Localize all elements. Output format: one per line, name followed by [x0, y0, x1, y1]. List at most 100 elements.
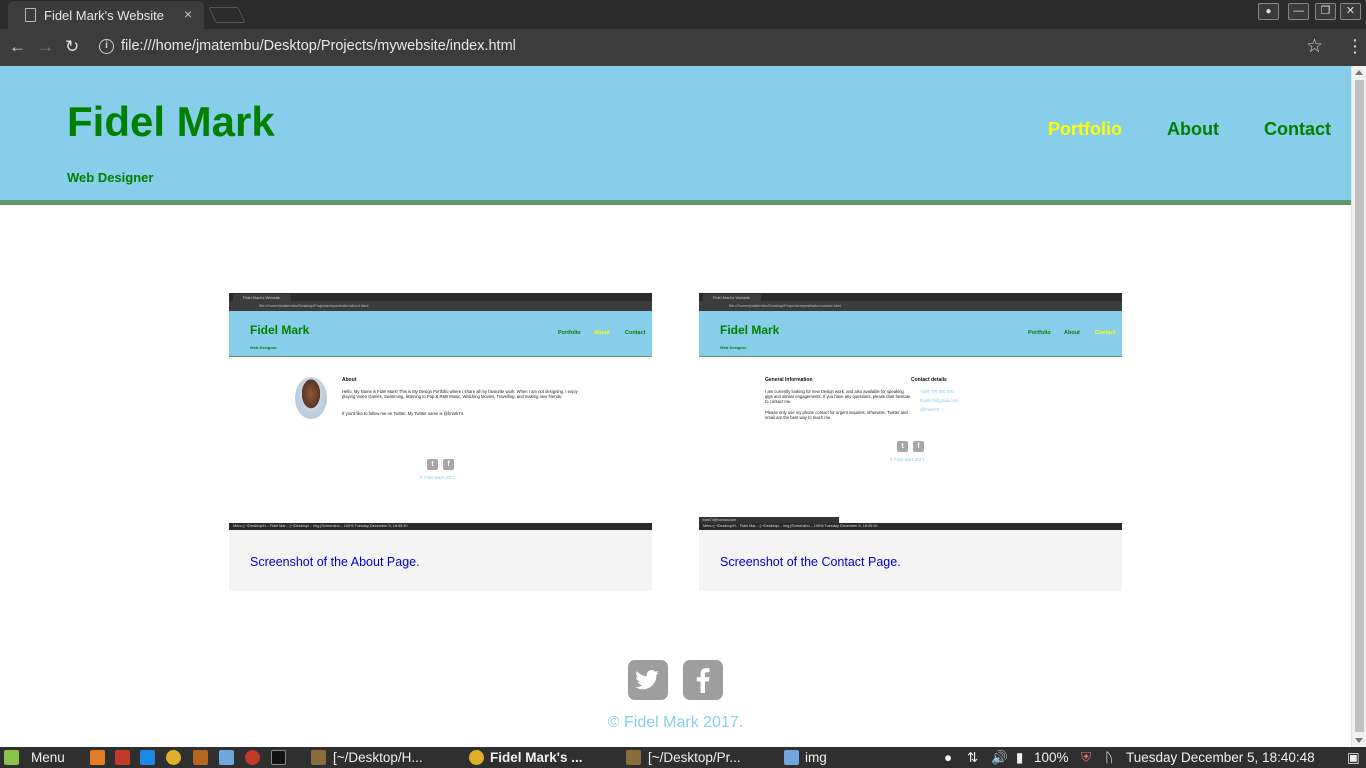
mini-contact-details-heading: Contact details [911, 377, 947, 383]
mini-taskbar: Menu [~/Desktop/H... Fidel Mar... [~/Des… [699, 523, 1122, 530]
mini-site-subtitle: Web Designer [250, 345, 277, 350]
mini-site-subtitle: Web Designer [720, 345, 747, 350]
battery-percentage: 100% [1034, 750, 1069, 765]
terminal-launcher-icon[interactable] [271, 750, 286, 765]
mini-address-bar: file:///home/jmatembu/Desktop/Projects/m… [229, 301, 652, 311]
about-page-screenshot[interactable]: Fidel Mark's Website file:///home/jmatem… [229, 293, 652, 530]
folder-window-icon [784, 750, 799, 765]
contact-screenshot-caption[interactable]: Screenshot of the Contact Page. [720, 555, 901, 569]
mini-tab-title: Fidel Mark's Website [703, 294, 761, 301]
mini-copyright: © Fidel Mark 2017. [420, 475, 456, 480]
minimize-button[interactable]: — [1288, 3, 1309, 20]
mini-twitter-icon: t [427, 459, 438, 470]
mini-tab-title: Fidel Mark's Website [233, 294, 291, 301]
os-taskbar: Menu [~/Desktop/H... Fidel Mark's ... [~… [0, 747, 1366, 768]
scroll-down-arrow-icon[interactable] [1355, 738, 1363, 743]
menu-button[interactable]: Menu [31, 750, 65, 765]
site-subtitle: Web Designer [67, 170, 154, 185]
page-scrollbar[interactable] [1351, 66, 1366, 747]
close-window-button[interactable]: ✕ [1340, 3, 1361, 20]
address-bar[interactable]: file:///home/jmatembu/Desktop/Projects/m… [121, 38, 516, 54]
mini-email: fmark74@gmail.com [920, 398, 959, 403]
bluetooth-icon[interactable]: ᚢ [1105, 750, 1113, 765]
sublime-text-icon[interactable] [193, 750, 208, 765]
site-title: Fidel Mark [67, 98, 275, 145]
mini-nav-portfolio: Portfolio [558, 330, 581, 336]
chrome-window-icon [469, 750, 484, 765]
mini-nav-about: About [594, 330, 610, 336]
chrome-launcher-icon[interactable] [166, 750, 181, 765]
user-icon[interactable]: ● [944, 750, 952, 765]
mini-phone: +256 776 000 000 [920, 389, 954, 394]
site-header: Fidel Mark Web Designer Portfolio About … [0, 66, 1351, 205]
page-viewport: Fidel Mark Web Designer Portfolio About … [0, 66, 1351, 747]
volume-icon[interactable]: 🔊 [991, 750, 1008, 765]
mini-twitter-icon: t [897, 441, 908, 452]
taskbar-window-editor[interactable]: [~/Desktop/H... [333, 750, 423, 765]
tab-title: Fidel Mark's Website [44, 8, 164, 23]
show-desktop-icon[interactable]: ▣ [1347, 750, 1360, 765]
mini-about-heading: About [342, 377, 357, 383]
mini-site-title: Fidel Mark [250, 323, 310, 337]
reload-icon[interactable]: ↻ [65, 37, 79, 57]
mini-nav-about: About [1064, 330, 1080, 336]
mini-taskbar: Menu [~/Desktop/H... Fidel Mar... [~/Des… [229, 523, 652, 530]
scroll-up-arrow-icon[interactable] [1355, 70, 1363, 75]
mini-facebook-icon: f [913, 441, 924, 452]
forward-arrow-icon[interactable]: → [37, 37, 54, 57]
mini-about-text: Hello, My Name is Fidel Mark! This is My… [342, 389, 578, 400]
mini-header: Fidel Mark Web Designer Portfolio About … [229, 311, 652, 357]
mini-address-bar: file:///home/jmatembu/Desktop/Projects/m… [699, 301, 1122, 311]
restore-button[interactable]: ❐ [1315, 3, 1336, 20]
nav-contact[interactable]: Contact [1264, 119, 1331, 140]
twitter-icon[interactable] [628, 660, 668, 700]
network-icon[interactable]: ⇅ [967, 750, 978, 765]
mini-nav-portfolio: Portfolio [1028, 330, 1051, 336]
about-screenshot-caption[interactable]: Screenshot of the About Page. [250, 555, 420, 569]
browser-toolbar: ← → ↻ i file:///home/jmatembu/Desktop/Pr… [0, 29, 1366, 66]
shield-icon[interactable]: ⛨ [1081, 750, 1091, 765]
mini-general-info-text: I am currently looking for new Design wo… [765, 389, 911, 405]
mini-avatar [295, 377, 327, 419]
menu-kebab-icon[interactable]: ⋮ [1346, 36, 1364, 57]
taskbar-window-editor-2[interactable]: [~/Desktop/Pr... [648, 750, 741, 765]
browser-tab-bar: Fidel Mark's Website × ● — ❐ ✕ [0, 0, 1366, 29]
mini-copyright: © Fidel Mark 2017. [890, 457, 926, 462]
app-launcher-icon[interactable] [245, 750, 260, 765]
mini-header: Fidel Mark Web Designer Portfolio About … [699, 311, 1122, 357]
nav-portfolio[interactable]: Portfolio [1048, 119, 1122, 140]
mini-about-twitter-text: If you'd like to follow me on Twitter, M… [342, 411, 465, 416]
taskbar-window-chrome[interactable]: Fidel Mark's ... [490, 750, 583, 765]
twitter-bird-icon [635, 670, 659, 690]
mini-twitter-handle: @fmark74 [920, 407, 940, 412]
profile-icon[interactable]: ● [1258, 3, 1279, 20]
facebook-icon[interactable] [683, 660, 723, 700]
taskbar-window-img[interactable]: img [805, 750, 827, 765]
skype-launcher-icon[interactable] [140, 750, 155, 765]
mini-tab-bar: Fidel Mark's Website [229, 293, 652, 301]
mini-general-info-heading: General Information [765, 377, 813, 383]
new-tab-button[interactable] [208, 7, 246, 23]
nav-about[interactable]: About [1167, 119, 1219, 140]
editor-window-icon [311, 750, 326, 765]
mini-tab-bar: Fidel Mark's Website [699, 293, 1122, 301]
tab-close-icon[interactable]: × [184, 6, 192, 22]
editor2-window-icon [626, 750, 641, 765]
bookmark-star-icon[interactable]: ☆ [1306, 35, 1323, 58]
info-icon[interactable]: i [99, 39, 114, 54]
files-launcher-icon[interactable] [219, 750, 234, 765]
battery-icon[interactable]: ▮ [1016, 750, 1023, 765]
firefox-launcher-icon[interactable] [90, 750, 105, 765]
page-icon [25, 8, 36, 22]
mint-menu-icon[interactable] [4, 750, 19, 765]
sublime-launcher-icon[interactable] [115, 750, 130, 765]
portfolio-card-contact: Fidel Mark's Website file:///home/jmatem… [699, 293, 1122, 591]
tab-fidel-marks-website[interactable]: Fidel Mark's Website × [8, 1, 204, 29]
footer-copyright: © Fidel Mark 2017. [607, 714, 744, 731]
back-arrow-icon[interactable]: ← [9, 37, 26, 57]
clock[interactable]: Tuesday December 5, 18:40:48 [1126, 750, 1315, 765]
mini-site-title: Fidel Mark [720, 323, 780, 337]
mini-facebook-icon: f [443, 459, 454, 470]
contact-page-screenshot[interactable]: Fidel Mark's Website file:///home/jmatem… [699, 293, 1122, 530]
scrollbar-thumb[interactable] [1355, 80, 1364, 732]
